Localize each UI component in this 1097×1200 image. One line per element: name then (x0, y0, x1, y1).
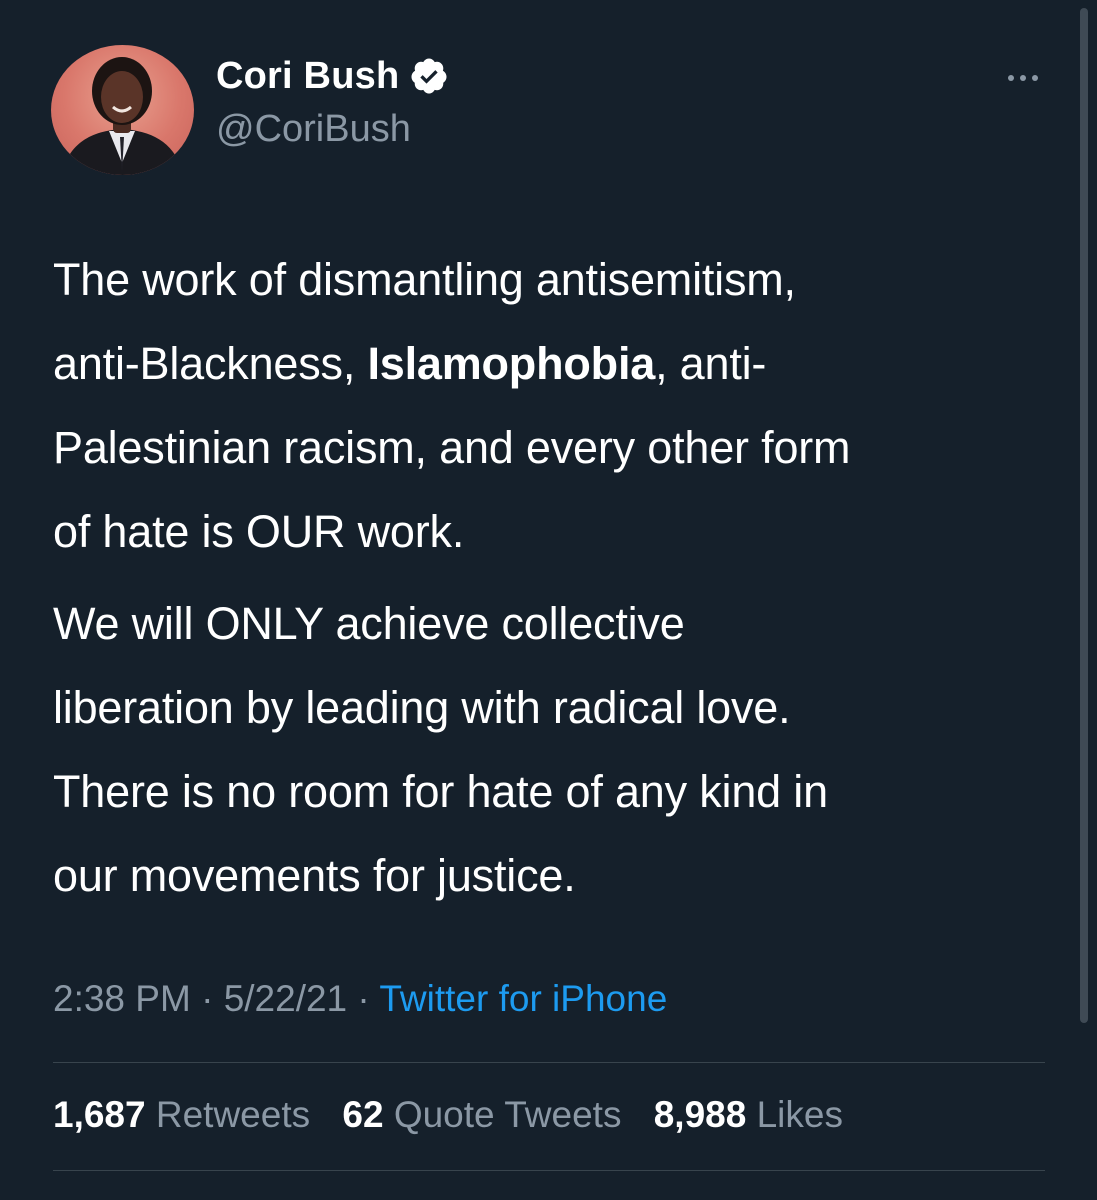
tweet-line: Palestinian racism, and every other form (53, 422, 851, 473)
tweet-line: liberation by leading with radical love. (53, 682, 791, 733)
tweet-line: The work of dismantling antisemitism, (53, 254, 796, 305)
tweet-metadata: 2:38 PM · 5/22/21 · Twitter for iPhone (53, 978, 667, 1020)
divider (53, 1170, 1045, 1171)
tweet-stats: 1,687 Retweets 62 Quote Tweets 8,988 Lik… (53, 1094, 865, 1136)
tweet-time[interactable]: 2:38 PM (53, 978, 191, 1019)
display-name[interactable]: Cori Bush (216, 55, 399, 98)
meta-separator: · (347, 978, 380, 1019)
likes-label: Likes (756, 1094, 843, 1135)
tweet-line: There is no room for hate of any kind in (53, 766, 828, 817)
tweet-line: of hate is OUR work. (53, 506, 465, 557)
tweet-text: The work of dismantling antisemitism, an… (53, 238, 1053, 918)
retweets-stat[interactable]: 1,687 Retweets (53, 1094, 310, 1135)
user-handle[interactable]: @CoriBush (216, 108, 411, 151)
likes-count: 8,988 (653, 1094, 747, 1135)
tweet-line: We will ONLY achieve collective (53, 598, 685, 649)
meta-separator: · (190, 978, 224, 1019)
user-name-row[interactable]: Cori Bush (216, 54, 449, 98)
divider (53, 1062, 1045, 1063)
more-options-icon[interactable] (1003, 68, 1043, 88)
avatar[interactable] (51, 45, 194, 175)
tweet-text-segment: anti-Blackness, (53, 338, 368, 389)
retweets-label: Retweets (155, 1094, 311, 1135)
tweet-line: our movements for justice. (53, 850, 576, 901)
tweet-text-bold: Islamophobia (367, 338, 656, 389)
likes-stat[interactable]: 8,988 Likes (654, 1094, 843, 1135)
avatar-photo (61, 57, 184, 175)
retweets-count: 1,687 (53, 1094, 146, 1135)
quote-tweets-label: Quote Tweets (393, 1094, 622, 1135)
quote-tweets-count: 62 (342, 1094, 384, 1135)
tweet-detail: Cori Bush @CoriBush The work of dismantl… (0, 0, 1097, 1200)
tweet-line: anti-Blackness, Islamophobia, anti- (53, 322, 1053, 406)
quote-tweets-stat[interactable]: 62 Quote Tweets (342, 1094, 621, 1135)
tweet-date[interactable]: 5/22/21 (224, 978, 347, 1019)
tweet-text-segment: , anti- (655, 338, 767, 389)
scrollbar[interactable] (1080, 8, 1088, 1023)
verified-badge-icon (409, 56, 449, 96)
tweet-source-link[interactable]: Twitter for iPhone (379, 978, 667, 1019)
